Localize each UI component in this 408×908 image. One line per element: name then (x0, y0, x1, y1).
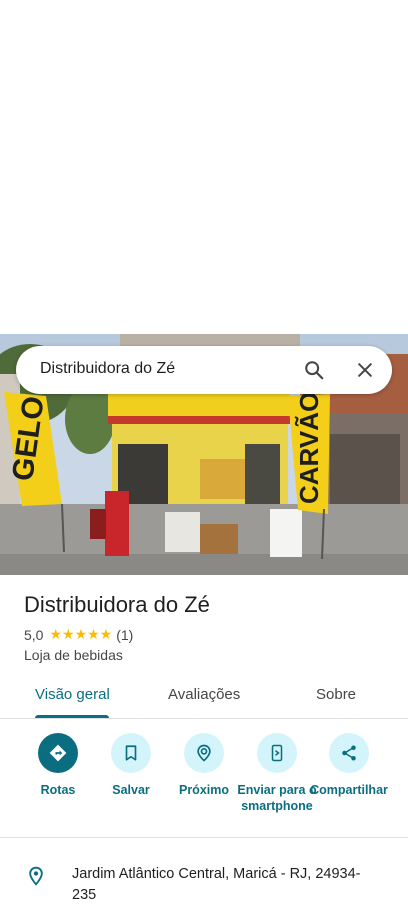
banner-right-text: CARVÃO (294, 392, 324, 504)
send-to-phone-icon[interactable] (257, 733, 297, 773)
search-input[interactable]: Distribuidora do Zé (40, 360, 175, 378)
share-label: Compartilhar (310, 783, 388, 797)
directions-icon[interactable] (38, 733, 78, 773)
action-bar: Rotas Salvar Próximo Enviar para o smart… (0, 720, 408, 838)
tab-bar: Visão geral Avaliações Sobre (0, 676, 408, 719)
nearby-label: Próximo (178, 783, 229, 797)
rating-row[interactable]: 5,0 ★★★★★ (1) (24, 626, 133, 643)
bookmark-icon[interactable] (111, 733, 151, 773)
map-blank-area (0, 0, 408, 334)
nearby-button[interactable]: Próximo (164, 733, 244, 798)
place-category[interactable]: Loja de bebidas (24, 647, 123, 663)
address-text: Jardim Atlântico Central, Maricá - RJ, 2… (72, 866, 361, 903)
save-button[interactable]: Salvar (91, 733, 171, 798)
close-icon[interactable] (353, 358, 377, 382)
active-tab-indicator (35, 715, 109, 718)
directions-button[interactable]: Rotas (18, 733, 98, 798)
directions-label: Rotas (40, 783, 76, 797)
tab-reviews[interactable]: Avaliações (168, 686, 240, 703)
search-icon[interactable] (302, 358, 326, 382)
share-icon[interactable] (329, 733, 369, 773)
send-to-phone-label: Enviar para o smartphone (237, 783, 317, 813)
send-to-phone-button[interactable]: Enviar para o smartphone (237, 733, 317, 814)
search-bar[interactable]: Distribuidora do Zé (16, 346, 392, 394)
rating-value: 5,0 (24, 626, 44, 643)
nearby-icon[interactable] (184, 733, 224, 773)
rating-stars-icon: ★★★★★ (49, 626, 113, 642)
place-title: Distribuidora do Zé (24, 592, 210, 617)
address-row[interactable]: Jardim Atlântico Central, Maricá - RJ, 2… (0, 852, 408, 908)
save-label: Salvar (112, 783, 150, 797)
tab-overview[interactable]: Visão geral (35, 686, 110, 703)
location-pin-icon (26, 865, 46, 892)
tab-about[interactable]: Sobre (316, 686, 356, 703)
review-count[interactable]: (1) (116, 627, 133, 643)
share-button[interactable]: Compartilhar (309, 733, 389, 798)
